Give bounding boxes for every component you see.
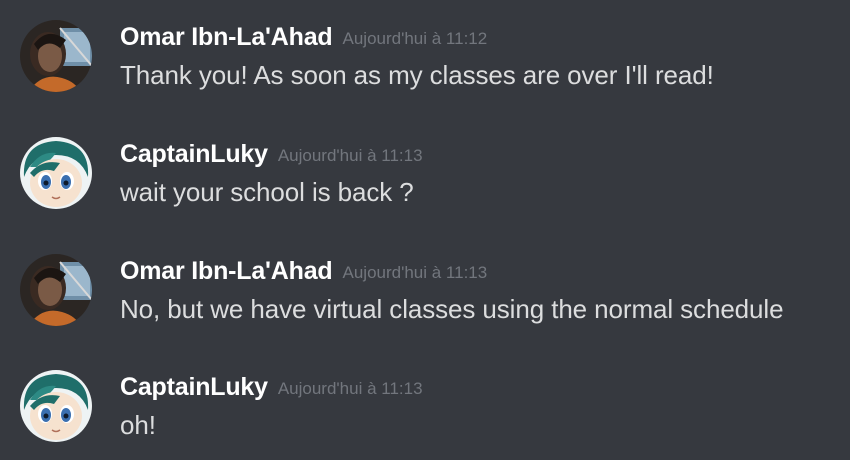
timestamp: Aujourd'hui à 11:12: [342, 29, 488, 48]
chat-message: CaptainLuky Aujourd'hui à 11:13 wait your…: [0, 137, 850, 227]
username[interactable]: CaptainLuky: [120, 140, 268, 168]
captainluky-avatar-icon[interactable]: [20, 137, 92, 209]
chat-message: Omar Ibn-La'Ahad Aujourd'hui à 11:13 No, …: [0, 254, 850, 344]
timestamp: Aujourd'hui à 11:13: [342, 263, 488, 282]
message-text: oh!: [120, 410, 156, 440]
message-header: CaptainLuky Aujourd'hui à 11:13: [120, 137, 423, 171]
message-text: Thank you! As soon as my classes are ove…: [120, 60, 714, 90]
timestamp: Aujourd'hui à 11:13: [277, 379, 423, 398]
omar-avatar-icon[interactable]: [20, 20, 92, 92]
username[interactable]: Omar Ibn-La'Ahad: [120, 23, 333, 51]
message-header: Omar Ibn-La'Ahad Aujourd'hui à 11:12: [120, 20, 487, 54]
username[interactable]: CaptainLuky: [120, 373, 268, 401]
omar-avatar-icon[interactable]: [20, 254, 92, 326]
message-text: No, but we have virtual classes using th…: [120, 294, 784, 324]
timestamp: Aujourd'hui à 11:13: [277, 146, 423, 165]
message-header: Omar Ibn-La'Ahad Aujourd'hui à 11:13: [120, 254, 487, 288]
message-text: wait your school is back ?: [120, 177, 414, 207]
captainluky-avatar-icon[interactable]: [20, 370, 92, 442]
chat-message: Omar Ibn-La'Ahad Aujourd'hui à 11:12 Than…: [0, 20, 850, 110]
chat-message: CaptainLuky Aujourd'hui à 11:13 oh!: [0, 370, 850, 460]
message-header: CaptainLuky Aujourd'hui à 11:13: [120, 370, 423, 404]
username[interactable]: Omar Ibn-La'Ahad: [120, 257, 333, 285]
